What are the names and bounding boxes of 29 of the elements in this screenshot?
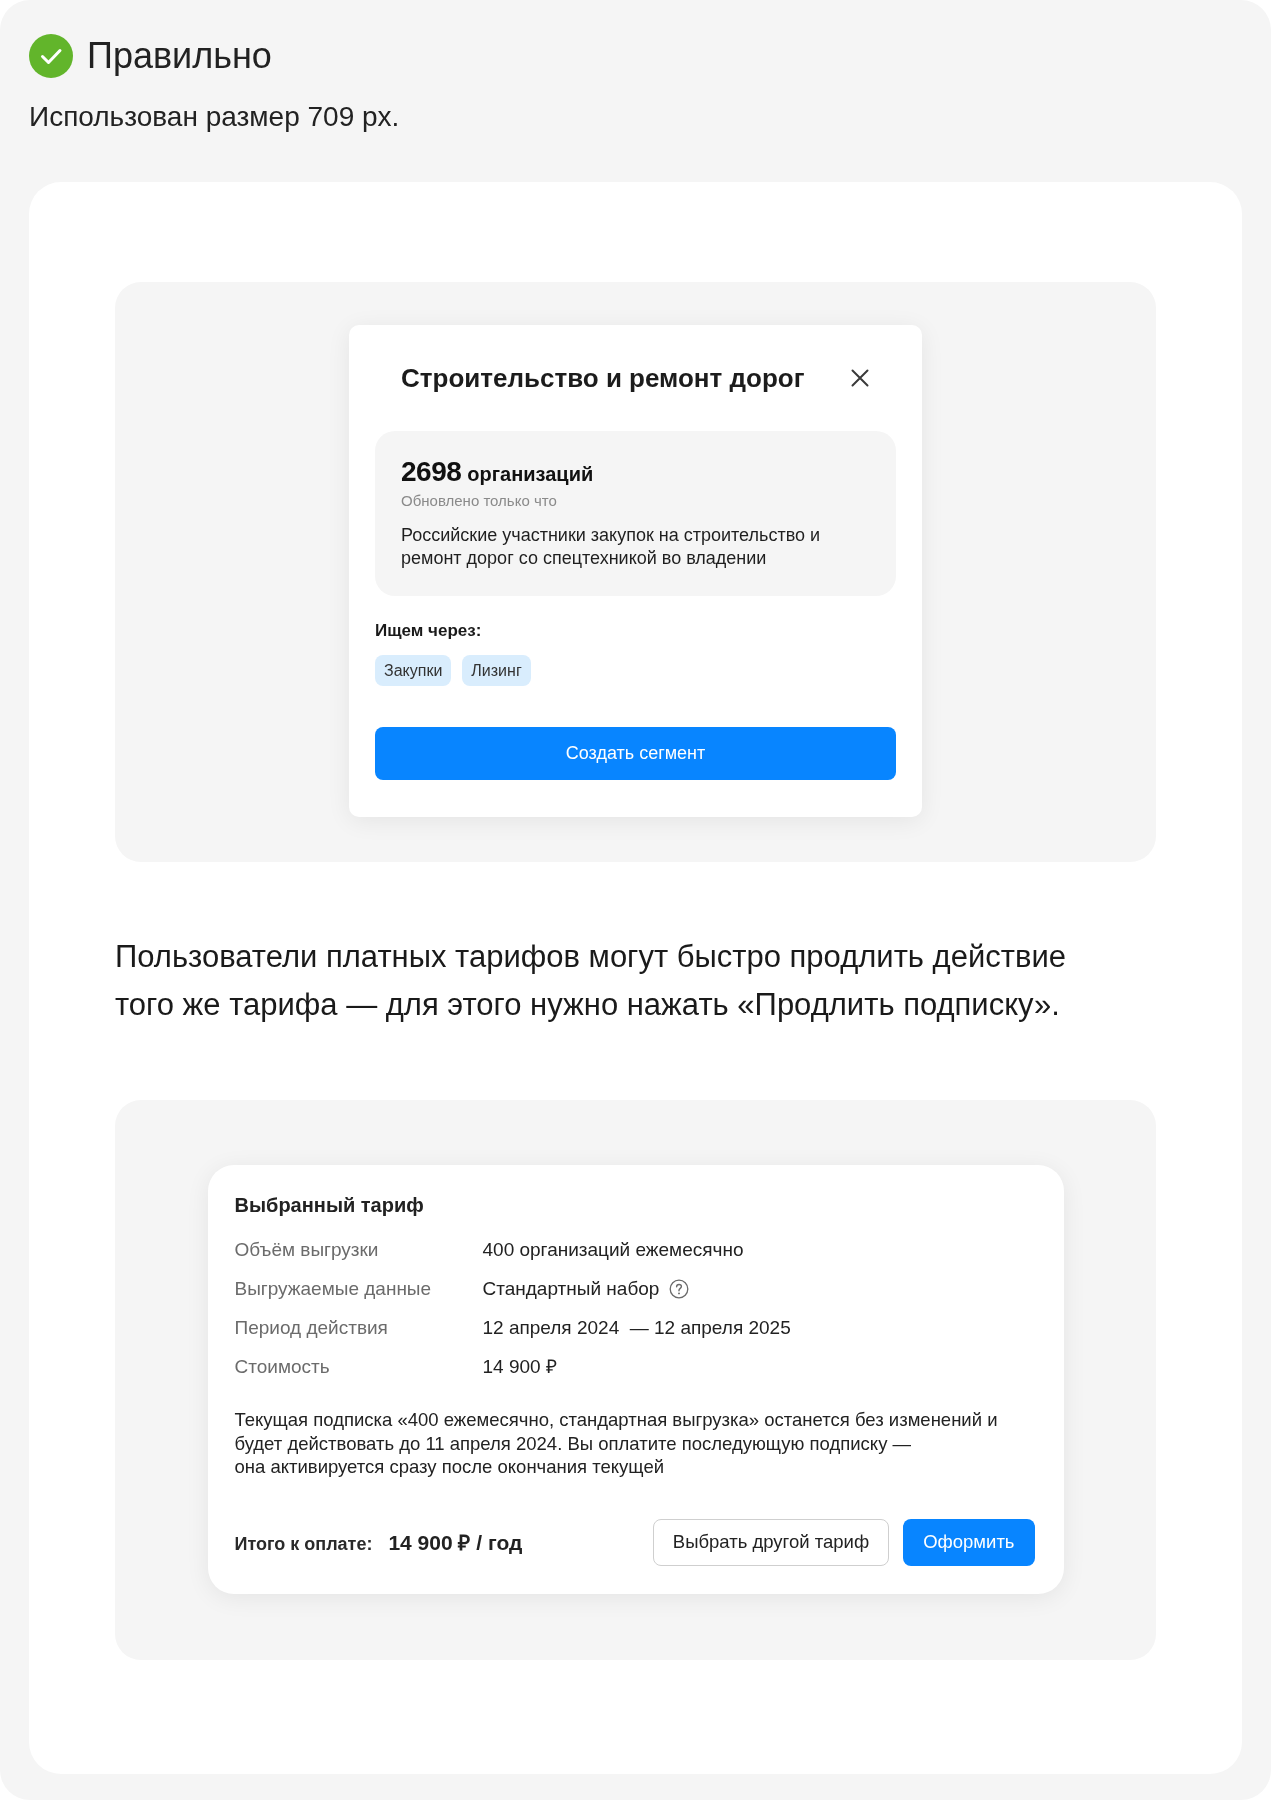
update-time-text: Обновлено только что: [401, 491, 558, 511]
row-value: 12 апреля 2024 — 12 апреля 2025: [482, 1316, 791, 1340]
row-label: Выгружаемые данные: [234, 1277, 433, 1301]
create-segment-button[interactable]: Создать сегмент: [375, 727, 896, 780]
row-value: 14 900 ₽: [482, 1355, 557, 1379]
checkout-button[interactable]: Оформить: [903, 1518, 1035, 1566]
body-paragraph: Пользователи платных тарифов могут быстро продлить действие того же тарифа — для этого нужно нажать «Продлить подписку».: [115, 938, 1067, 1024]
card-title: Выбранный тариф: [234, 1193, 425, 1218]
note-text: Текущая подписка «400 ежемесячно, стандартная выгрузка» останется без изменений и будет действовать до 11 апреля 2024. Вы оплатите последующую подписку — она активируется сразу после окончания текущей: [234, 1408, 999, 1479]
check-circle-icon: [29, 34, 73, 78]
close-icon[interactable]: [851, 369, 869, 387]
description-text: Российские участники закупок на строительство и ремонт дорог со спецтехникой во владении: [401, 524, 822, 570]
modal-title: Строительство и ремонт дорог: [401, 362, 805, 394]
source-tag: Лизинг: [462, 655, 531, 686]
row-label: Объём выгрузки: [234, 1238, 380, 1262]
source-tag: Закупки: [375, 655, 452, 686]
choose-plan-button[interactable]: Выбрать другой тариф: [652, 1518, 890, 1566]
row-value: Стандартный набор: [482, 1277, 660, 1301]
section-label: Ищем через:: [375, 620, 483, 642]
help-icon[interactable]: [669, 1279, 690, 1299]
count-label: организаций: [467, 462, 594, 487]
count-number: 2698: [401, 457, 462, 487]
total-value: 14 900 ₽ / год: [388, 1530, 523, 1556]
section-subtitle: Использован размер 709 px.: [29, 100, 400, 134]
row-value: 400 организаций ежемесячно: [482, 1238, 744, 1262]
row-label: Стоимость: [234, 1355, 331, 1379]
total-label: Итого к оплате:: [234, 1534, 373, 1555]
section-heading: Правильно: [87, 35, 272, 77]
row-label: Период действия: [234, 1316, 389, 1340]
